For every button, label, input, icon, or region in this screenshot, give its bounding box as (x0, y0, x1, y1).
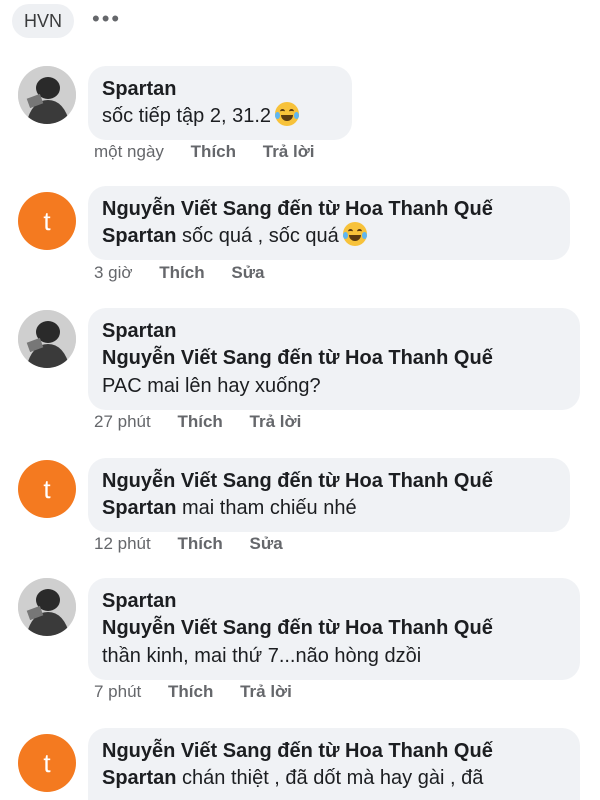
group-chip[interactable]: HVN (12, 4, 75, 38)
like-button[interactable]: Thích (177, 412, 222, 432)
like-button[interactable]: Thích (191, 142, 236, 162)
like-button[interactable]: Thích (177, 534, 222, 554)
edit-button[interactable]: Sửa (231, 263, 264, 283)
laughing-tears-emoji-icon (275, 102, 300, 126)
top-bar: HVN ••• (0, 0, 600, 48)
comment-time[interactable]: một ngày (94, 142, 164, 162)
laughing-tears-emoji-icon (342, 222, 367, 246)
avatar-photo-icon (18, 578, 76, 636)
avatar[interactable] (18, 578, 76, 636)
comment-meta: 27 phút Thích Trả lời (94, 412, 323, 432)
comment-author[interactable]: Spartan (102, 76, 338, 102)
like-button[interactable]: Thích (168, 682, 213, 702)
comment-bubble: Spartan Nguyễn Viết Sang đến từ Hoa Than… (88, 308, 580, 410)
comment-bubble: Nguyễn Viết Sang đến từ Hoa Thanh Quế Sp… (88, 458, 570, 532)
comment-author[interactable]: Spartan (102, 588, 566, 614)
reply-button[interactable]: Trả lời (250, 412, 302, 432)
mention-link[interactable]: Spartan (102, 767, 176, 789)
avatar[interactable] (18, 310, 76, 368)
comment-bubble: Nguyễn Viết Sang đến từ Hoa Thanh Quế Sp… (88, 186, 570, 260)
comment-meta: 3 giờ Thích Sửa (94, 263, 286, 283)
avatar-photo-icon (18, 310, 76, 368)
avatar[interactable] (18, 66, 76, 124)
comment-text: Spartan chán thiệt , đã dốt mà hay gài ,… (102, 767, 484, 789)
comment-meta: một ngày Thích Trả lời (94, 142, 337, 162)
edit-button[interactable]: Sửa (250, 534, 283, 554)
comment-meta: 7 phút Thích Trả lời (94, 682, 314, 702)
comment-author[interactable]: Spartan (102, 318, 566, 344)
comment-time[interactable]: 3 giờ (94, 263, 133, 283)
comment-text: thần kinh, mai thứ 7...não hòng dzồi (102, 645, 422, 667)
comment-author[interactable]: Nguyễn Viết Sang đến từ Hoa Thanh Quế (102, 196, 556, 222)
like-button[interactable]: Thích (159, 263, 204, 283)
comment-author[interactable]: Nguyễn Viết Sang đến từ Hoa Thanh Quế (102, 468, 556, 494)
comment-time[interactable]: 7 phút (94, 682, 141, 702)
comment-text: Nguyễn Viết Sang đến từ Hoa Thanh Quế (102, 344, 566, 372)
comment-bubble: Spartan Nguyễn Viết Sang đến từ Hoa Than… (88, 578, 580, 680)
comment-bubble: Spartan sốc tiếp tập 2, 31.2 (88, 66, 352, 140)
comment-text: sốc tiếp tập 2, 31.2 (102, 102, 338, 130)
comment-text: Nguyễn Viết Sang đến từ Hoa Thanh Quế (102, 614, 566, 642)
reply-button[interactable]: Trả lời (240, 682, 292, 702)
avatar[interactable]: t (18, 734, 76, 792)
mention-link[interactable]: Spartan (102, 225, 176, 247)
comment-meta: 12 phút Thích Sửa (94, 534, 305, 554)
reply-button[interactable]: Trả lời (263, 142, 315, 162)
avatar[interactable]: t (18, 460, 76, 518)
comment-author[interactable]: Nguyễn Viết Sang đến từ Hoa Thanh Quế (102, 738, 566, 764)
comment-text: Spartan sốc quá , sốc quá (102, 222, 556, 250)
avatar[interactable]: t (18, 192, 76, 250)
mention-link[interactable]: Nguyễn Viết Sang đến từ Hoa Thanh Quế (102, 347, 493, 369)
mention-link[interactable]: Nguyễn Viết Sang đến từ Hoa Thanh Quế (102, 617, 493, 639)
mention-link[interactable]: Spartan (102, 497, 176, 519)
comment-time[interactable]: 12 phút (94, 534, 151, 554)
more-dots-icon[interactable]: ••• (92, 6, 121, 32)
comment-time[interactable]: 27 phút (94, 412, 151, 432)
comment-text: Spartan mai tham chiếu nhé (102, 497, 357, 519)
comment-text: PAC mai lên hay xuống? (102, 375, 321, 397)
comment-bubble: Nguyễn Viết Sang đến từ Hoa Thanh Quế Sp… (88, 728, 580, 800)
avatar-photo-icon (18, 66, 76, 124)
